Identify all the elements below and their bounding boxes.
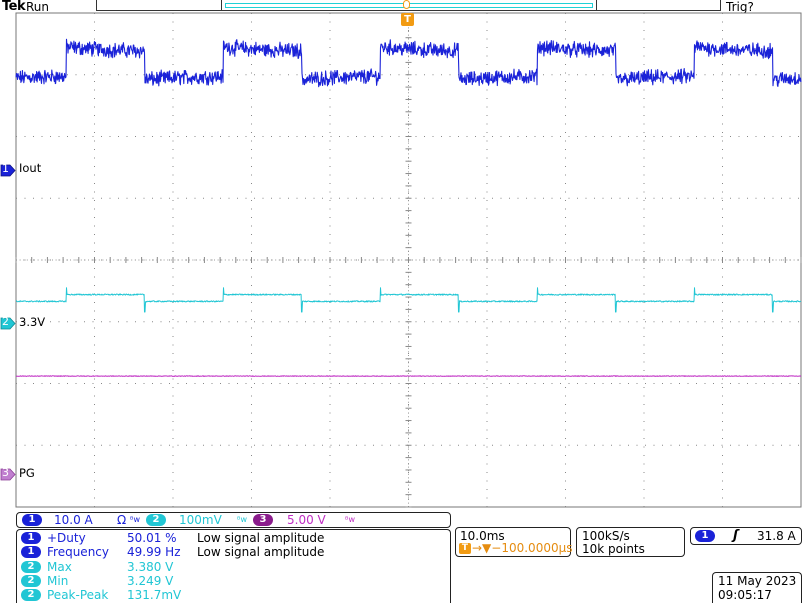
vertical-scale-bar[interactable]: 1 10.0 A Ω ᴮw 2 100mV ᴮw 3 5.00 V ᴮw (16, 512, 451, 528)
measurement-channel-badge: 2 (21, 589, 41, 602)
measurement-note: Low signal amplitude (197, 545, 325, 560)
measurement-name: Frequency (47, 545, 109, 560)
trigger-delay: →▼−100.0000µs (472, 541, 573, 555)
trigger-delay-icon: T (459, 543, 471, 554)
datetime-panel: 11 May 2023 09:05:17 (712, 572, 802, 603)
ch2-scale-badge: 2 (146, 514, 166, 526)
time-readout: 09:05:17 (718, 588, 772, 602)
ch1-scale: 10.0 A (54, 513, 93, 527)
measurement-row: 2 Peak-Peak 131.7mV (21, 589, 446, 602)
waveform-iout (15, 38, 802, 88)
ch1-units-symbol: Ω (117, 513, 127, 527)
measurement-row: 2 Min 3.249 V (21, 573, 446, 588)
ch2-label: 3.3V (19, 315, 46, 329)
graticule (15, 12, 802, 508)
ch2-bw-limit-icon: ᴮw (237, 515, 247, 524)
ch3-ground-marker[interactable]: 3 (0, 466, 16, 481)
measurement-value: 49.99 Hz (127, 545, 181, 560)
measurement-row: 1 Frequency 49.99 Hz Low signal amplitude (21, 546, 446, 559)
measurement-value: 3.249 V (127, 573, 174, 588)
ch2-ground-marker[interactable]: 2 (0, 315, 16, 330)
measurement-row: 2 Max 3.380 V (21, 559, 446, 574)
measurements-panel[interactable]: 1 +Duty 50.01 % Low signal amplitude 1 Freque… (16, 529, 451, 603)
acquisition-panel[interactable]: 100kS/s 10k points (576, 527, 685, 557)
ch1-scale-badge: 1 (22, 514, 42, 526)
sample-rate: 100kS/s (582, 529, 630, 543)
measurement-note: Low signal amplitude (197, 531, 325, 545)
ch2-scale: 100mV (179, 513, 222, 527)
measurement-value: 131.7mV (127, 588, 182, 603)
trigger-position-marker: T (401, 13, 414, 26)
measurement-row: 1 +Duty 50.01 % Low signal amplitude (21, 532, 446, 545)
measurement-channel-badge: 2 (21, 560, 41, 573)
measurement-name: Peak-Peak (47, 588, 109, 603)
measurement-value: 3.380 V (127, 559, 174, 574)
ch3-scale: 5.00 V (287, 513, 326, 527)
record-length: 10k points (582, 542, 645, 556)
timebase-panel[interactable]: 10.0ms T →▼−100.0000µs (455, 527, 573, 557)
ch3-label: PG (19, 466, 35, 480)
ch1-ground-marker[interactable]: 1 (0, 162, 16, 177)
ch1-bw-limit-icon: ᴮw (130, 515, 140, 524)
ch3-bw-limit-icon: ᴮw (345, 515, 355, 524)
ch1-label: Iout (19, 161, 42, 175)
trigger-point-ring (403, 0, 410, 9)
measurement-channel-badge: 2 (21, 574, 41, 587)
date-readout: 11 May 2023 (718, 574, 797, 588)
measurement-channel-badge: 1 (21, 546, 41, 559)
trigger-level: 31.8 A (757, 529, 796, 543)
measurement-value: 50.01 % (127, 531, 177, 545)
waveform-pg (15, 375, 802, 377)
ch3-scale-badge: 3 (253, 514, 273, 526)
trigger-source-badge: 1 (695, 530, 715, 542)
trigger-panel[interactable]: 1 ʃ 31.8 A (690, 527, 802, 545)
measurement-name: +Duty (47, 531, 86, 545)
rising-edge-icon: ʃ (733, 528, 739, 543)
measurement-name: Min (47, 573, 69, 588)
measurement-name: Max (47, 559, 72, 574)
measurement-channel-badge: 1 (21, 532, 41, 544)
